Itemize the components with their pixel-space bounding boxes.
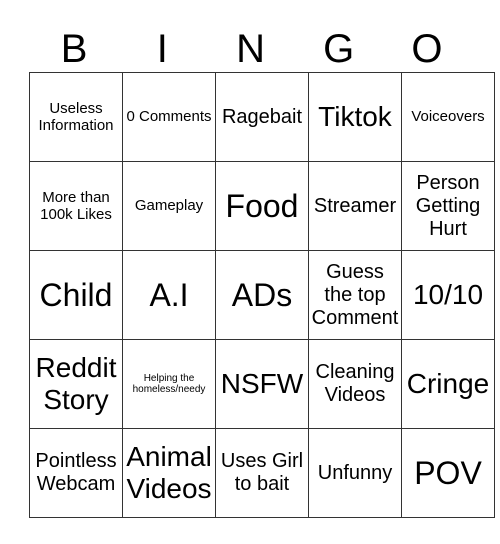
bingo-cell[interactable]: Uses Girl to bait	[215, 428, 309, 518]
bingo-cell[interactable]: Gameplay	[122, 161, 216, 251]
header-letter-i: I	[156, 27, 168, 71]
bingo-cell[interactable]: More than 100k Likes	[29, 161, 123, 251]
bingo-cell[interactable]: Unfunny	[308, 428, 402, 518]
bingo-cell[interactable]: Streamer	[308, 161, 402, 251]
bingo-card: Useless Information 0 Comments Ragebait Tik…	[29, 72, 495, 518]
header-letter-n: N	[236, 27, 265, 71]
bingo-cell[interactable]: Ragebait	[215, 72, 309, 162]
bingo-row: Child A.I ADs Guess the top Comment 10/10	[29, 250, 495, 340]
bingo-cell[interactable]: Animal Videos	[122, 428, 216, 518]
bingo-cell[interactable]: Child	[29, 250, 123, 340]
bingo-cell[interactable]: Helping the homeless/needy	[122, 339, 216, 429]
bingo-cell[interactable]: Person Getting Hurt	[401, 161, 495, 251]
bingo-cell[interactable]: Food	[215, 161, 309, 251]
bingo-cell[interactable]: A.I	[122, 250, 216, 340]
bingo-cell[interactable]: 10/10	[401, 250, 495, 340]
bingo-header: B I N G O	[30, 26, 471, 72]
bingo-row: More than 100k Likes Gameplay Food Streamer…	[29, 161, 495, 251]
bingo-cell[interactable]: Cleaning Videos	[308, 339, 402, 429]
bingo-cell[interactable]: Useless Information	[29, 72, 123, 162]
header-letter-b: B	[60, 27, 88, 71]
bingo-cell[interactable]: Pointless Webcam	[29, 428, 123, 518]
bingo-cell[interactable]: Reddit Story	[29, 339, 123, 429]
bingo-cell[interactable]: Voiceovers	[401, 72, 495, 162]
bingo-row: Pointless Webcam Animal Videos Uses Girl t…	[29, 428, 495, 518]
bingo-cell[interactable]: NSFW	[215, 339, 309, 429]
header-letter-o: O	[411, 27, 443, 71]
bingo-cell[interactable]: Tiktok	[308, 72, 402, 162]
bingo-cell[interactable]: ADs	[215, 250, 309, 340]
bingo-cell[interactable]: Cringe	[401, 339, 495, 429]
bingo-cell[interactable]: 0 Comments	[122, 72, 216, 162]
bingo-cell[interactable]: POV	[401, 428, 495, 518]
bingo-row: Reddit Story Helping the homeless/needy NS…	[29, 339, 495, 429]
bingo-row: Useless Information 0 Comments Ragebait Tik…	[29, 72, 495, 162]
bingo-cell[interactable]: Guess the top Comment	[308, 250, 402, 340]
header-letter-g: G	[323, 27, 355, 71]
